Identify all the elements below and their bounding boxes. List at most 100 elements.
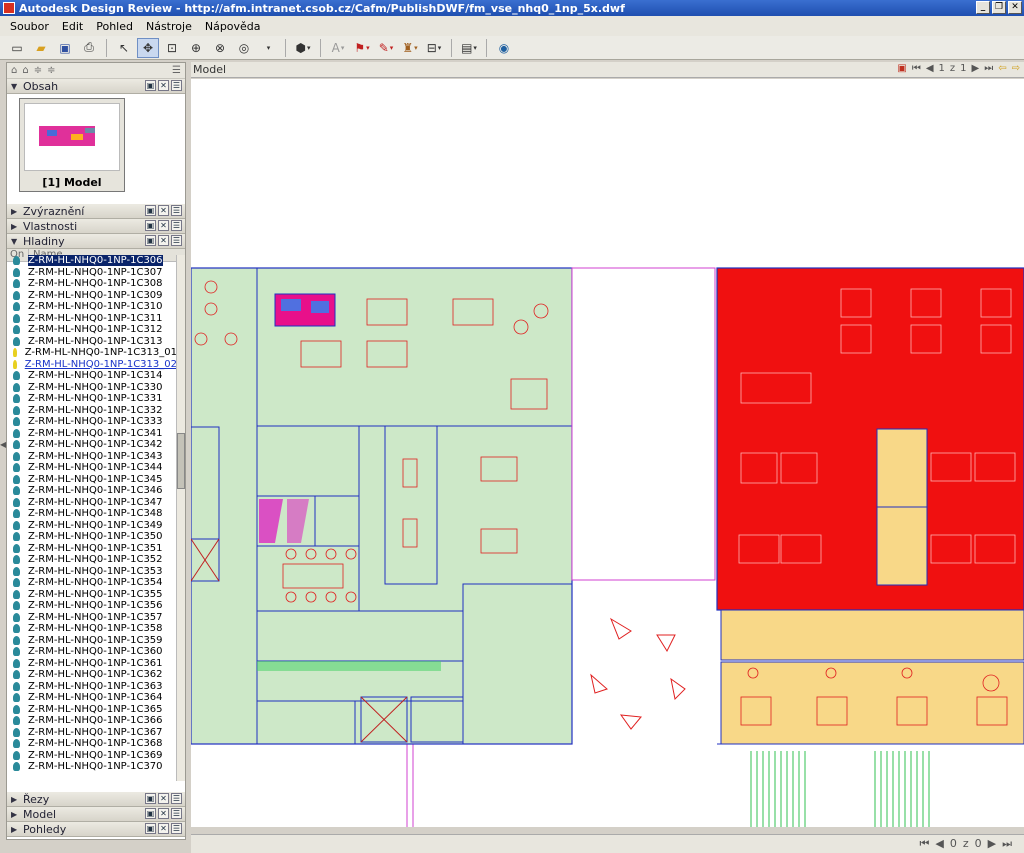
layer-row[interactable]: Z-RM-HL-NHQ0-1NP-1C357 — [7, 612, 177, 624]
layer-row[interactable]: Z-RM-HL-NHQ0-1NP-1C347 — [7, 497, 177, 509]
menu-nastroje[interactable]: Nástroje — [140, 20, 199, 33]
globe-icon[interactable]: ◉ — [493, 38, 515, 58]
layer-visibility-bulb-icon[interactable] — [13, 290, 20, 300]
layer-row[interactable]: Z-RM-HL-NHQ0-1NP-1C313_02 — [7, 359, 177, 371]
layer-row[interactable]: Z-RM-HL-NHQ0-1NP-1C355 — [7, 589, 177, 601]
select-icon[interactable]: ↖ — [113, 38, 135, 58]
panel-float-icon[interactable]: ▣ — [145, 235, 156, 246]
layer-row[interactable]: Z-RM-HL-NHQ0-1NP-1C363 — [7, 681, 177, 693]
panel-float-icon[interactable]: ▣ — [145, 80, 156, 91]
last-page-icon[interactable]: ⏭ — [984, 63, 993, 74]
layer-row[interactable]: Z-RM-HL-NHQ0-1NP-1C368 — [7, 738, 177, 750]
sort-up-icon[interactable]: ≑ — [34, 65, 42, 76]
scrollbar-thumb[interactable] — [177, 433, 185, 489]
layer-row[interactable]: Z-RM-HL-NHQ0-1NP-1C361 — [7, 658, 177, 670]
panel-zvyrazneni-header[interactable]: ▶ Zvýraznění ▣ ✕ ☰ — [7, 204, 185, 219]
layer-row[interactable]: Z-RM-HL-NHQ0-1NP-1C356 — [7, 600, 177, 612]
layer-row[interactable]: Z-RM-HL-NHQ0-1NP-1C364 — [7, 692, 177, 704]
layer-row[interactable]: Z-RM-HL-NHQ0-1NP-1C345 — [7, 474, 177, 486]
panel-close-icon[interactable]: ✕ — [158, 220, 169, 231]
layer-row[interactable]: Z-RM-HL-NHQ0-1NP-1C346 — [7, 485, 177, 497]
layer-visibility-bulb-icon[interactable] — [13, 716, 20, 726]
layer-row[interactable]: Z-RM-HL-NHQ0-1NP-1C331 — [7, 393, 177, 405]
layer-row[interactable]: Z-RM-HL-NHQ0-1NP-1C311 — [7, 313, 177, 325]
drawing-canvas[interactable] — [191, 79, 1024, 827]
print-icon[interactable]: ⎙ — [78, 38, 100, 58]
layer-visibility-bulb-icon[interactable] — [13, 417, 20, 427]
layer-visibility-bulb-icon[interactable] — [13, 670, 20, 680]
panel-menu-icon[interactable]: ☰ — [171, 793, 182, 804]
restore-button[interactable]: ❐ — [992, 1, 1006, 14]
prev-page-icon[interactable]: ◀ — [926, 63, 934, 74]
menu-pohled[interactable]: Pohled — [90, 20, 140, 33]
layer-row[interactable]: Z-RM-HL-NHQ0-1NP-1C349 — [7, 520, 177, 532]
back-icon[interactable]: ⇦ — [998, 63, 1006, 74]
layer-row[interactable]: Z-RM-HL-NHQ0-1NP-1C348 — [7, 508, 177, 520]
layer-row[interactable]: Z-RM-HL-NHQ0-1NP-1C308 — [7, 278, 177, 290]
markup-icon[interactable]: ✎ ▾ — [375, 38, 397, 58]
layer-visibility-bulb-icon[interactable] — [13, 601, 20, 611]
layer-row[interactable]: Z-RM-HL-NHQ0-1NP-1C306 — [7, 255, 177, 267]
orbit-icon[interactable]: ◎ — [233, 38, 255, 58]
layer-visibility-bulb-icon[interactable] — [13, 693, 20, 703]
model-thumbnail[interactable]: [1] Model — [19, 98, 125, 192]
layer-visibility-bulb-icon[interactable] — [13, 727, 20, 737]
layer-visibility-bulb-icon[interactable] — [13, 336, 20, 346]
layer-visibility-bulb-icon[interactable] — [13, 739, 20, 749]
panel-rezy-header[interactable]: ▶ Řezy ▣ ✕ ☰ — [7, 792, 185, 807]
panel-menu-icon[interactable]: ☰ — [171, 808, 182, 819]
layer-visibility-bulb-icon[interactable] — [13, 405, 20, 415]
pan-icon[interactable]: ✥ — [137, 37, 159, 58]
panel-float-icon[interactable]: ▣ — [145, 220, 156, 231]
layer-visibility-bulb-icon[interactable] — [13, 486, 20, 496]
layer-visibility-bulb-icon[interactable] — [13, 451, 20, 461]
layer-row[interactable]: Z-RM-HL-NHQ0-1NP-1C365 — [7, 704, 177, 716]
layer-visibility-bulb-icon[interactable] — [13, 302, 20, 312]
new-icon[interactable]: ▭ — [6, 38, 28, 58]
first-page-icon[interactable]: ⏮ — [919, 837, 929, 851]
layer-row[interactable]: Z-RM-HL-NHQ0-1NP-1C307 — [7, 267, 177, 279]
panel-float-icon[interactable]: ▣ — [145, 808, 156, 819]
layer-visibility-bulb-icon[interactable] — [13, 474, 20, 484]
layer-visibility-bulb-icon[interactable] — [13, 532, 20, 542]
last-page-icon[interactable]: ⏭ — [1002, 837, 1012, 851]
panel-options-icon[interactable]: ☰ — [172, 65, 181, 76]
layer-row[interactable]: Z-RM-HL-NHQ0-1NP-1C312 — [7, 324, 177, 336]
layer-row[interactable]: Z-RM-HL-NHQ0-1NP-1C351 — [7, 543, 177, 555]
layout-icon[interactable]: ▤ ▾ — [458, 38, 480, 58]
layer-visibility-bulb-icon[interactable] — [13, 382, 20, 392]
text-icon[interactable]: A ▾ — [327, 38, 349, 58]
minimize-button[interactable]: _ — [976, 1, 990, 14]
layer-visibility-bulb-icon[interactable] — [13, 348, 17, 358]
layer-visibility-bulb-icon[interactable] — [13, 463, 20, 473]
layer-visibility-bulb-icon[interactable] — [13, 647, 20, 657]
layer-visibility-bulb-icon[interactable] — [13, 325, 20, 335]
layer-visibility-bulb-icon[interactable] — [13, 624, 20, 634]
zoom-window-icon[interactable]: ⊡ — [161, 38, 183, 58]
layer-row[interactable]: Z-RM-HL-NHQ0-1NP-1C354 — [7, 577, 177, 589]
layer-row[interactable]: Z-RM-HL-NHQ0-1NP-1C362 — [7, 669, 177, 681]
panel-close-icon[interactable]: ✕ — [158, 808, 169, 819]
panel-close-icon[interactable]: ✕ — [158, 205, 169, 216]
layer-visibility-bulb-icon[interactable] — [13, 497, 20, 507]
layer-row[interactable]: Z-RM-HL-NHQ0-1NP-1C309 — [7, 290, 177, 302]
layer-row[interactable]: Z-RM-HL-NHQ0-1NP-1C313_01 — [7, 347, 177, 359]
panel-close-icon[interactable]: ✕ — [158, 823, 169, 834]
view-cube-icon[interactable]: ⬢ ▾ — [292, 38, 314, 58]
layer-visibility-bulb-icon[interactable] — [13, 681, 20, 691]
layer-visibility-bulb-icon[interactable] — [13, 566, 20, 576]
layer-row[interactable]: Z-RM-HL-NHQ0-1NP-1C352 — [7, 554, 177, 566]
sort-down-icon[interactable]: ≑ — [47, 65, 55, 76]
next-page-icon[interactable]: ▶ — [972, 63, 980, 74]
layer-visibility-bulb-icon[interactable] — [13, 635, 20, 645]
layer-visibility-bulb-icon[interactable] — [13, 440, 20, 450]
stamp-icon[interactable]: ♜ ▾ — [399, 38, 421, 58]
layer-row[interactable]: Z-RM-HL-NHQ0-1NP-1C341 — [7, 428, 177, 440]
layer-visibility-bulb-icon[interactable] — [13, 313, 20, 323]
layer-visibility-bulb-icon[interactable] — [13, 520, 20, 530]
fit-icon[interactable]: ⊗ — [209, 38, 231, 58]
layer-visibility-bulb-icon[interactable] — [13, 267, 20, 277]
layer-visibility-bulb-icon[interactable] — [13, 762, 20, 772]
layer-row[interactable]: Z-RM-HL-NHQ0-1NP-1C370 — [7, 761, 177, 773]
layer-row[interactable]: Z-RM-HL-NHQ0-1NP-1C350 — [7, 531, 177, 543]
